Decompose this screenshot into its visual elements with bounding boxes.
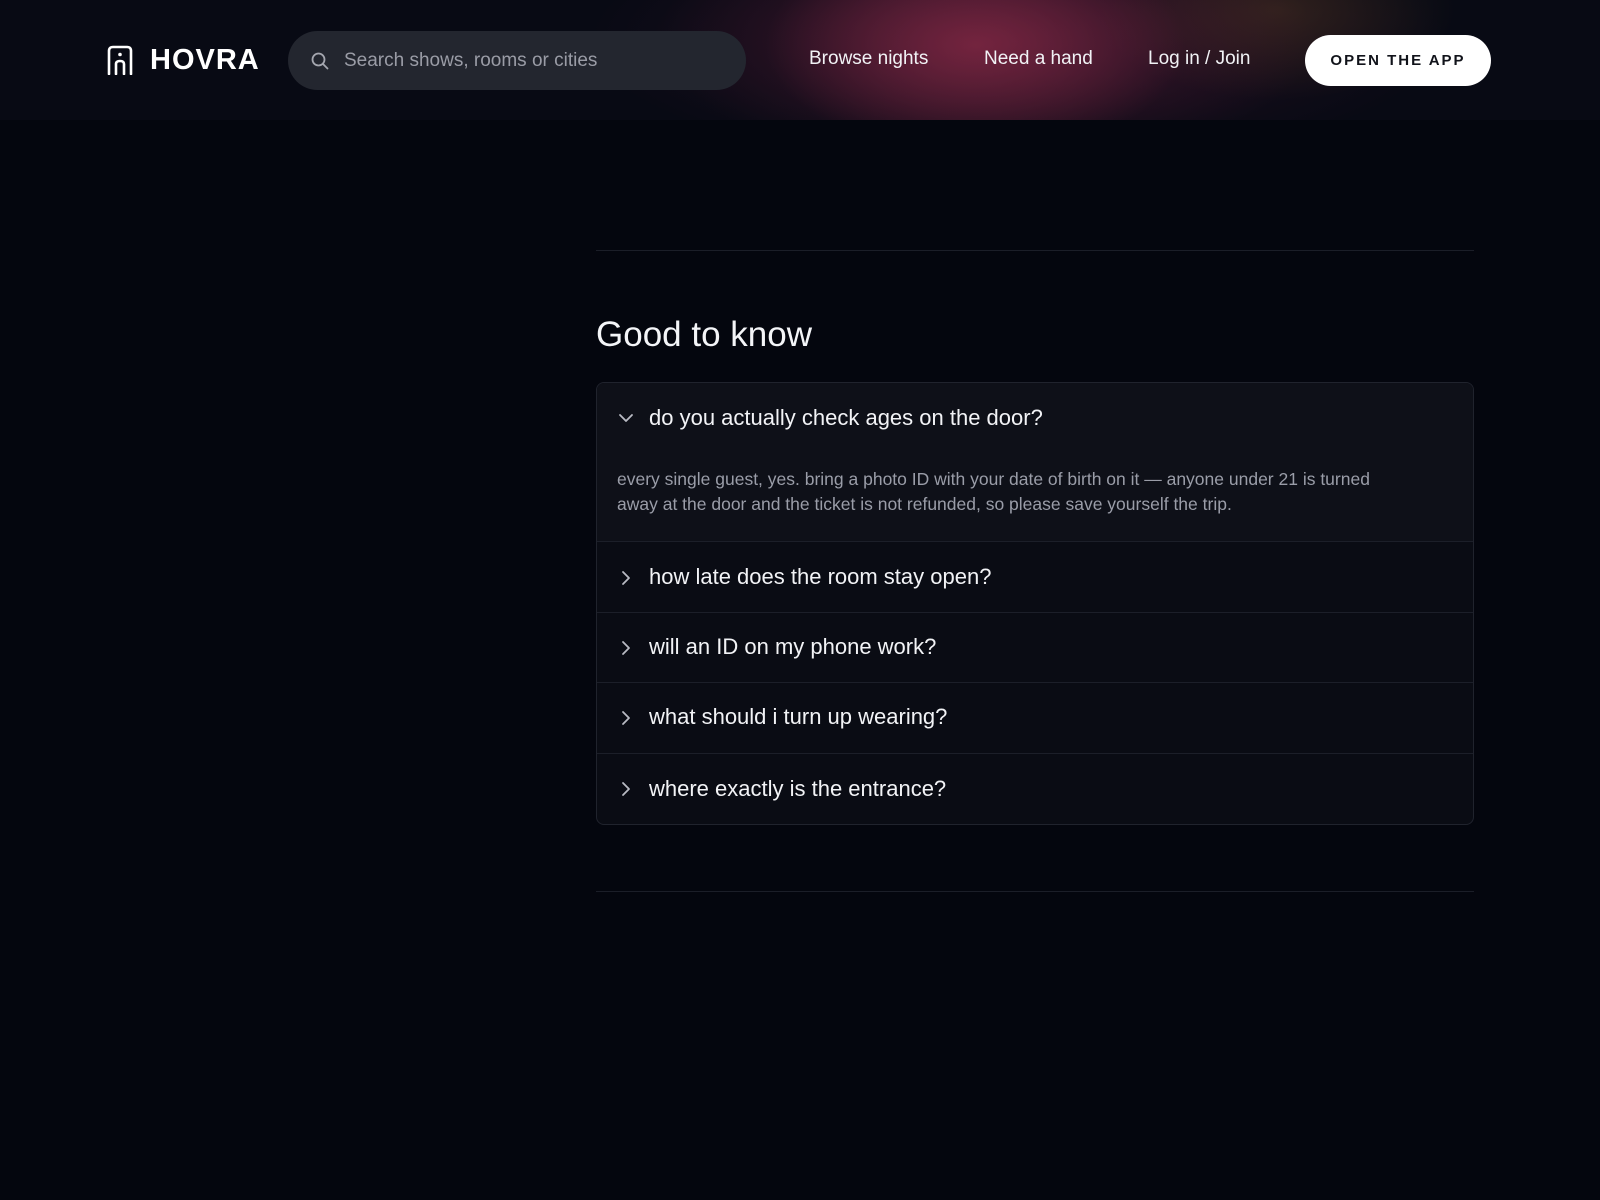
- chevron-right-icon: [622, 711, 630, 725]
- faq-question: how late does the room stay open?: [649, 564, 992, 589]
- open-app-button[interactable]: OPEN THE APP: [1305, 35, 1491, 86]
- chevron-down-icon: [619, 414, 633, 422]
- faq-question: where exactly is the entrance?: [649, 776, 947, 801]
- nav-link-log-in-join[interactable]: Log in / Join: [1148, 48, 1250, 70]
- section-divider-bottom: [596, 891, 1474, 892]
- faq-item-dress-code[interactable]: what should i turn up wearing?: [597, 683, 1473, 754]
- search-input[interactable]: [344, 31, 724, 90]
- search-bar[interactable]: [288, 31, 746, 90]
- chevron-right-icon: [622, 782, 630, 796]
- faq-section-title: Good to know: [596, 315, 812, 354]
- faq-question: will an ID on my phone work?: [649, 634, 937, 659]
- top-navigation-bar: HOVRA Browse nights Need a hand Log in /…: [0, 0, 1600, 120]
- brand-name: HOVRA: [150, 43, 260, 76]
- faq-answer: every single guest, yes. bring a photo I…: [617, 469, 1370, 514]
- chevron-right-icon: [622, 571, 630, 585]
- faq-item-age-check[interactable]: do you actually check ages on the door? …: [597, 383, 1473, 542]
- faq-item-opening-hours[interactable]: how late does the room stay open?: [597, 542, 1473, 613]
- faq-accordion: do you actually check ages on the door? …: [596, 382, 1474, 825]
- building-door-icon: [107, 45, 133, 75]
- chevron-right-icon: [622, 641, 630, 655]
- page: HOVRA Browse nights Need a hand Log in /…: [0, 0, 1600, 1200]
- faq-item-entrance[interactable]: where exactly is the entrance?: [597, 754, 1473, 824]
- faq-item-phone-id[interactable]: will an ID on my phone work?: [597, 613, 1473, 683]
- nav-link-browse-nights[interactable]: Browse nights: [809, 48, 928, 70]
- brand-logo-link[interactable]: HOVRA: [106, 44, 260, 76]
- faq-question: do you actually check ages on the door?: [649, 405, 1043, 430]
- faq-question: what should i turn up wearing?: [649, 704, 948, 729]
- section-divider-top: [596, 250, 1474, 251]
- nav-link-need-a-hand[interactable]: Need a hand: [984, 48, 1093, 70]
- search-icon: [311, 52, 329, 70]
